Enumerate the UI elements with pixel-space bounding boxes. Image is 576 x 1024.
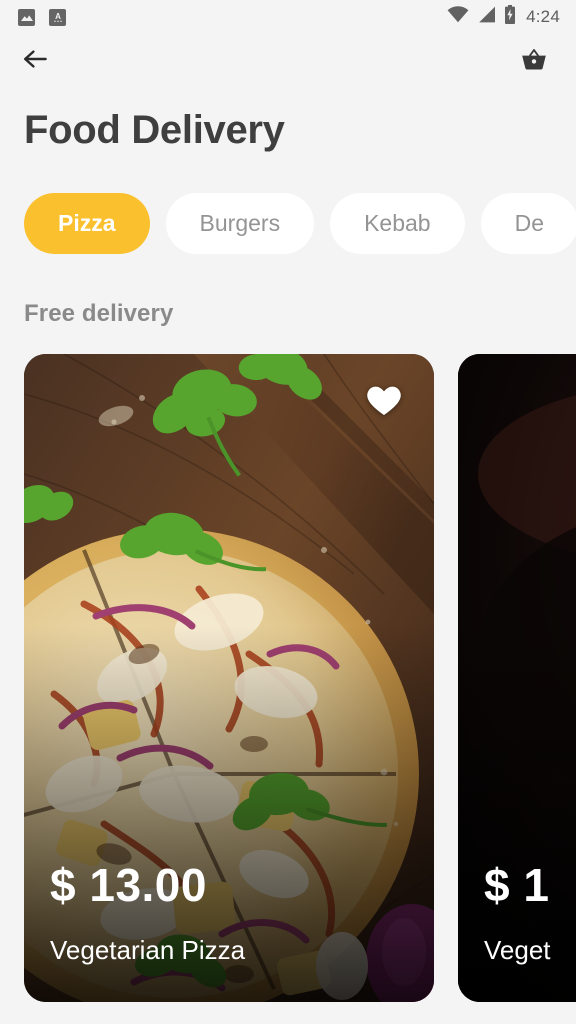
- back-arrow-icon: [22, 47, 50, 74]
- status-bar: A 4:24: [0, 0, 576, 34]
- battery-charging-icon: [504, 5, 516, 29]
- section-title-free-delivery: Free delivery: [24, 300, 174, 327]
- food-card-rail[interactable]: $ 13.00 Vegetarian Pizza $ 1 Veget: [0, 328, 576, 1002]
- keyboard-a-icon: A: [49, 8, 66, 26]
- category-chip-label: De: [514, 210, 544, 236]
- category-chip-pizza[interactable]: Pizza: [24, 193, 150, 254]
- food-price: $ 1: [484, 858, 550, 911]
- shopping-basket-icon: [519, 45, 549, 76]
- food-price: $ 13.00: [50, 858, 207, 911]
- food-card-text: $ 1 Veget: [484, 858, 576, 966]
- category-chip-desserts[interactable]: De: [480, 193, 576, 254]
- heart-filled-icon: [364, 382, 404, 418]
- wifi-icon: [447, 6, 469, 28]
- category-chip-label: Burgers: [199, 210, 281, 236]
- food-card-text: $ 13.00 Vegetarian Pizza: [50, 858, 414, 966]
- cart-button[interactable]: [514, 40, 554, 80]
- category-chip-label: Pizza: [58, 210, 116, 236]
- status-bar-right-icons: 4:24: [447, 5, 560, 29]
- food-name: Veget: [484, 935, 551, 965]
- app-screen: A 4:24 Food Delivery Pizza Burgers Kebab…: [0, 0, 576, 1024]
- favorite-button[interactable]: [364, 382, 404, 418]
- food-card[interactable]: $ 1 Veget: [458, 354, 576, 1002]
- food-card[interactable]: $ 13.00 Vegetarian Pizza: [24, 354, 434, 1002]
- status-bar-left-icons: A: [18, 8, 66, 26]
- svg-text:A: A: [55, 12, 61, 21]
- signal-icon: [477, 6, 496, 28]
- category-chip-row[interactable]: Pizza Burgers Kebab De: [0, 153, 576, 254]
- category-chip-label: Kebab: [364, 210, 431, 236]
- category-chip-kebab[interactable]: Kebab: [330, 193, 465, 254]
- image-icon: [18, 8, 35, 26]
- category-chip-burgers[interactable]: Burgers: [165, 193, 315, 254]
- back-button[interactable]: [16, 40, 56, 80]
- status-bar-clock: 4:24: [526, 7, 560, 26]
- food-name: Vegetarian Pizza: [50, 935, 246, 965]
- app-bar: [0, 34, 576, 86]
- page-title: Food Delivery: [24, 108, 285, 152]
